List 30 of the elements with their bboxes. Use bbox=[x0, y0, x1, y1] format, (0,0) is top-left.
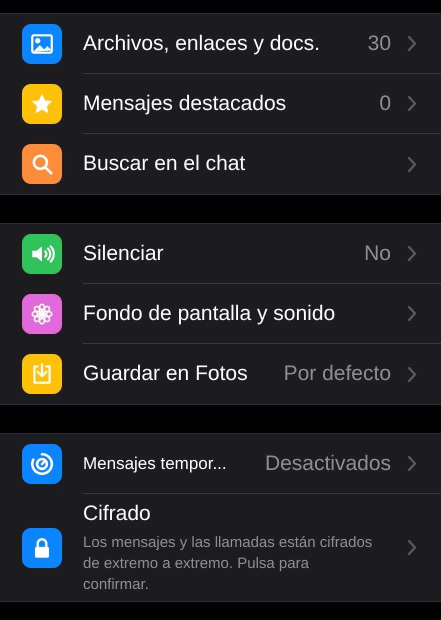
chevron-icon bbox=[407, 455, 417, 472]
chevron-icon bbox=[407, 539, 417, 556]
row-label: Guardar en Fotos bbox=[83, 361, 248, 388]
settings-row[interactable]: Mensajes destacados 0 bbox=[0, 74, 441, 134]
settings-row[interactable]: Silenciar No bbox=[0, 224, 441, 284]
row-value: No bbox=[364, 240, 391, 267]
settings-row[interactable]: Mensajes tempor... Desactivados bbox=[0, 434, 441, 494]
row-description: Los mensajes y las llamadas están cifrados de extremo a extremo. Pulsa para confirmar. bbox=[83, 533, 374, 595]
row-value: Desactivados bbox=[264, 450, 391, 477]
chevron-icon bbox=[407, 305, 417, 322]
chevron-icon bbox=[407, 35, 417, 52]
chevron-icon bbox=[407, 156, 417, 172]
row-value: 0 bbox=[379, 90, 391, 117]
row-label: Cifrado bbox=[83, 501, 152, 527]
row-label: Mensajes tempor... bbox=[83, 452, 227, 475]
row-label: Fondo de pantalla y sonido bbox=[83, 300, 336, 327]
chevron-icon bbox=[407, 366, 417, 382]
settings-row[interactable]: Cifrado Los mensajes y las llamadas están cifrados de extremo a extremo. Pulsa para confirmar. bbox=[0, 494, 441, 601]
row-value: 30 bbox=[368, 30, 391, 57]
settings-row[interactable]: Buscar en el chat bbox=[0, 134, 441, 194]
row-label: Archivos, enlaces y docs. bbox=[83, 30, 320, 57]
chevron-icon bbox=[407, 245, 417, 262]
row-label: Buscar en el chat bbox=[83, 151, 246, 178]
row-label: Mensajes destacados bbox=[83, 90, 286, 117]
settings-row[interactable]: Fondo de pantalla y sonido bbox=[0, 284, 441, 344]
row-value: Por defecto bbox=[284, 361, 391, 388]
settings-row[interactable]: Guardar en Fotos Por defecto bbox=[0, 344, 441, 404]
row-label: Silenciar bbox=[83, 240, 164, 267]
settings-row[interactable]: Archivos, enlaces y docs. 30 bbox=[0, 14, 441, 74]
chevron-icon bbox=[407, 95, 417, 112]
